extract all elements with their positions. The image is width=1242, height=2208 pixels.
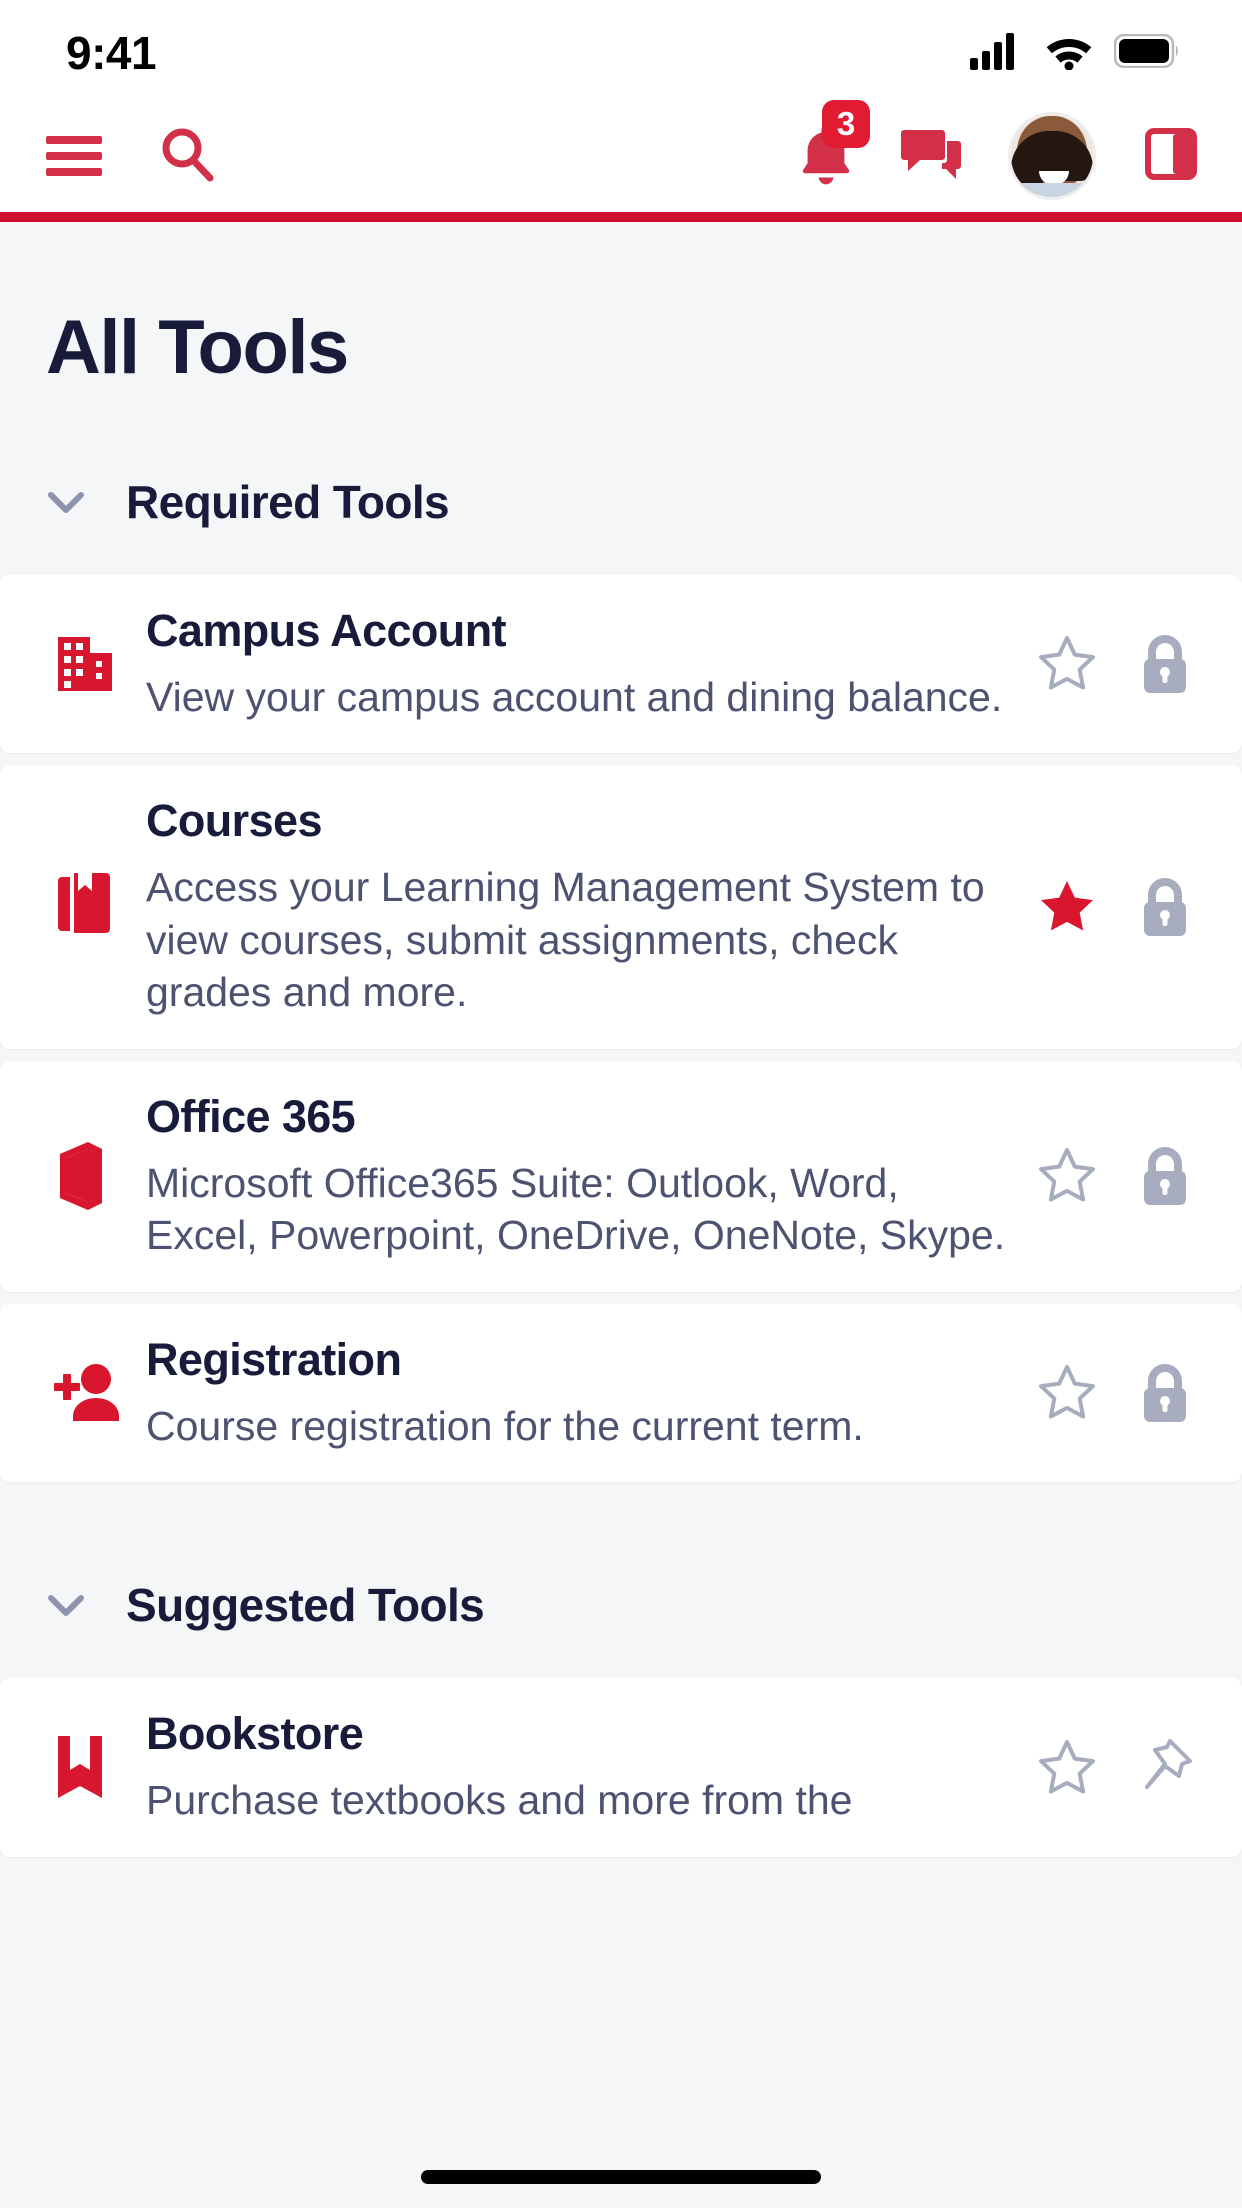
tool-card-actions <box>1036 1145 1196 1207</box>
chat-bubble-icon <box>900 125 962 188</box>
search-button[interactable] <box>158 125 216 188</box>
tool-title: Courses <box>146 795 322 847</box>
book-bookmark-icon <box>42 871 146 943</box>
brand-divider <box>0 212 1242 222</box>
tool-description: View your campus account and dining bala… <box>146 674 1003 720</box>
tool-card[interactable]: Bookstore Purchase textbooks and more fro… <box>0 1678 1242 1857</box>
tool-description: Purchase textbooks and more from the <box>146 1777 853 1824</box>
status-bar: 9:41 <box>0 0 1242 100</box>
section-label: Suggested Tools <box>126 1579 485 1632</box>
tool-card-actions <box>1036 1737 1196 1799</box>
lock-button[interactable] <box>1134 1362 1196 1424</box>
hamburger-menu-button[interactable] <box>46 136 102 176</box>
section-label: Required Tools <box>126 476 450 528</box>
messages-button[interactable] <box>900 125 962 188</box>
favorite-button[interactable] <box>1036 1362 1098 1424</box>
tool-card[interactable]: Registration Course registration for the … <box>0 1303 1242 1483</box>
tool-card-body: Bookstore Purchase textbooks and more fro… <box>146 1708 1036 1826</box>
tool-description: Microsoft Office365 Suite: Outlook, Word… <box>146 1159 1006 1259</box>
tool-card-body: Registration Course registration for the … <box>146 1334 1036 1452</box>
side-panel-button[interactable] <box>1142 125 1200 188</box>
tool-card-actions <box>1036 1362 1196 1424</box>
tool-title: Bookstore <box>146 1708 364 1760</box>
cellular-signal-icon <box>970 32 1024 75</box>
building-icon <box>42 631 146 697</box>
pin-button[interactable] <box>1134 1737 1196 1799</box>
header-right-actions: 3 <box>798 99 1200 200</box>
lock-button[interactable] <box>1134 633 1196 695</box>
open-book-icon <box>42 1732 146 1804</box>
person-add-icon <box>42 1361 146 1425</box>
tool-description: Access your Learning Management System t… <box>146 864 985 1016</box>
section-header-required-tools[interactable]: Required Tools <box>0 391 1242 575</box>
hamburger-menu-icon <box>46 136 102 176</box>
chevron-down-icon <box>40 476 92 528</box>
side-panel-icon <box>1142 125 1200 188</box>
notifications-badge: 3 <box>822 99 870 148</box>
tool-description: Course registration for the current term… <box>146 1402 864 1449</box>
user-avatar-button[interactable] <box>1008 112 1096 200</box>
status-bar-time: 9:41 <box>66 27 157 79</box>
home-indicator <box>421 2170 821 2184</box>
tool-card-body: Campus Account View your campus account a… <box>146 605 1036 723</box>
chevron-down-icon <box>40 1579 92 1631</box>
tool-title: Registration <box>146 1333 402 1385</box>
page-content: All Tools Required Tools Campus Account Vi… <box>0 222 1242 1857</box>
tool-title: Campus Account <box>146 605 507 656</box>
favorite-button[interactable] <box>1036 1737 1098 1799</box>
tool-card-actions <box>1036 876 1196 938</box>
app-header: 3 <box>0 99 1242 212</box>
search-icon <box>158 125 216 188</box>
notifications-button[interactable]: 3 <box>798 99 870 191</box>
tool-card-body: Courses Access your Learning Management S… <box>146 795 1036 1018</box>
page-title: All Tools <box>46 305 349 390</box>
battery-icon <box>1113 33 1180 73</box>
status-bar-indicators <box>970 32 1180 75</box>
avatar <box>1008 112 1096 200</box>
tool-card[interactable]: Office 365 Microsoft Office365 Suite: Out… <box>0 1060 1242 1292</box>
lock-button[interactable] <box>1134 876 1196 938</box>
office-365-icon <box>42 1139 146 1213</box>
favorite-button[interactable] <box>1036 876 1098 938</box>
favorite-button[interactable] <box>1036 633 1098 695</box>
tool-sections: Required Tools Campus Account View your ca… <box>0 391 1242 1857</box>
lock-button[interactable] <box>1134 1145 1196 1207</box>
tool-card[interactable]: Courses Access your Learning Management S… <box>0 765 1242 1049</box>
tool-card-body: Office 365 Microsoft Office365 Suite: Out… <box>146 1091 1036 1262</box>
tool-card[interactable]: Campus Account View your campus account a… <box>0 575 1242 754</box>
tool-title: Office 365 <box>146 1090 356 1142</box>
header-left-actions <box>46 125 216 188</box>
favorite-button[interactable] <box>1036 1145 1098 1207</box>
section-header-suggested-tools[interactable]: Suggested Tools <box>0 1494 1242 1678</box>
tool-card-actions <box>1036 633 1196 695</box>
wifi-icon <box>1044 32 1094 75</box>
